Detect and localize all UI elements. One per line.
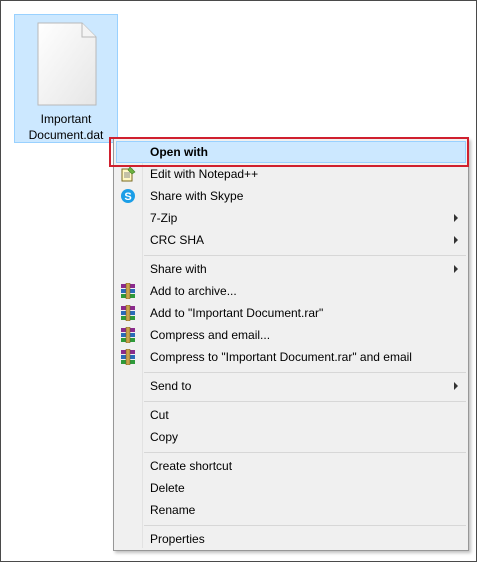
context-menu: Open with Edit with Notepad++ S Share wi…: [113, 138, 469, 551]
menu-item-create-shortcut[interactable]: Create shortcut: [116, 455, 466, 477]
menu-item-label: Compress and email...: [150, 328, 271, 342]
menu-separator: [144, 525, 466, 526]
menu-item-crc-sha[interactable]: CRC SHA: [116, 229, 466, 251]
menu-separator: [144, 255, 466, 256]
menu-item-add-to-rar[interactable]: Add to "Important Document.rar": [116, 302, 466, 324]
submenu-arrow-icon: [454, 265, 458, 273]
menu-item-label: Add to "Important Document.rar": [150, 306, 324, 320]
file-name-line-2: Document.dat: [28, 128, 104, 142]
menu-item-label: CRC SHA: [150, 233, 205, 247]
menu-item-rename[interactable]: Rename: [116, 499, 466, 521]
menu-item-cut[interactable]: Cut: [116, 404, 466, 426]
screenshot-frame: Important Document.dat Open with Edit wi…: [0, 0, 477, 562]
winrar-icon: [121, 283, 135, 299]
menu-item-label: Copy: [150, 430, 179, 444]
menu-item-7-zip[interactable]: 7-Zip: [116, 207, 466, 229]
skype-icon: S: [121, 189, 135, 203]
menu-separator: [144, 452, 466, 453]
notepad-plus-icon: [121, 166, 136, 182]
menu-item-label: Open with: [150, 145, 208, 159]
menu-item-label: Share with Skype: [150, 189, 244, 203]
desktop-file-important-document[interactable]: Important Document.dat: [14, 14, 118, 143]
svg-text:S: S: [124, 191, 131, 203]
menu-separator: [144, 372, 466, 373]
submenu-arrow-icon: [454, 214, 458, 222]
menu-item-label: Cut: [150, 408, 169, 422]
winrar-icon: [121, 305, 135, 321]
file-name-label: Important Document.dat: [15, 111, 117, 143]
menu-item-label: Properties: [150, 532, 205, 546]
menu-item-properties[interactable]: Properties: [116, 528, 466, 550]
menu-item-copy[interactable]: Copy: [116, 426, 466, 448]
menu-item-open-with[interactable]: Open with: [116, 141, 466, 163]
menu-item-label: Share with: [150, 262, 207, 276]
menu-item-label: 7-Zip: [150, 211, 178, 225]
menu-item-label: Delete: [150, 481, 185, 495]
menu-item-label: Send to: [150, 379, 192, 393]
menu-item-label: Compress to "Important Document.rar" and…: [150, 350, 412, 364]
menu-item-compress-to-rar-and-email[interactable]: Compress to "Important Document.rar" and…: [116, 346, 466, 368]
menu-item-compress-and-email[interactable]: Compress and email...: [116, 324, 466, 346]
menu-item-delete[interactable]: Delete: [116, 477, 466, 499]
file-name-line-1: Important: [40, 112, 92, 126]
menu-item-share-with[interactable]: Share with: [116, 258, 466, 280]
menu-item-add-to-archive[interactable]: Add to archive...: [116, 280, 466, 302]
menu-separator: [144, 401, 466, 402]
menu-item-send-to[interactable]: Send to: [116, 375, 466, 397]
menu-item-label: Create shortcut: [150, 459, 233, 473]
menu-item-share-with-skype[interactable]: S Share with Skype: [116, 185, 466, 207]
winrar-icon: [121, 349, 135, 365]
winrar-icon: [121, 327, 135, 343]
menu-item-label: Add to archive...: [150, 284, 237, 298]
menu-item-label: Rename: [150, 503, 196, 517]
submenu-arrow-icon: [454, 382, 458, 390]
document-file-icon: [37, 22, 97, 106]
menu-item-label: Edit with Notepad++: [150, 167, 259, 181]
menu-item-edit-with-notepad[interactable]: Edit with Notepad++: [116, 163, 466, 185]
submenu-arrow-icon: [454, 236, 458, 244]
